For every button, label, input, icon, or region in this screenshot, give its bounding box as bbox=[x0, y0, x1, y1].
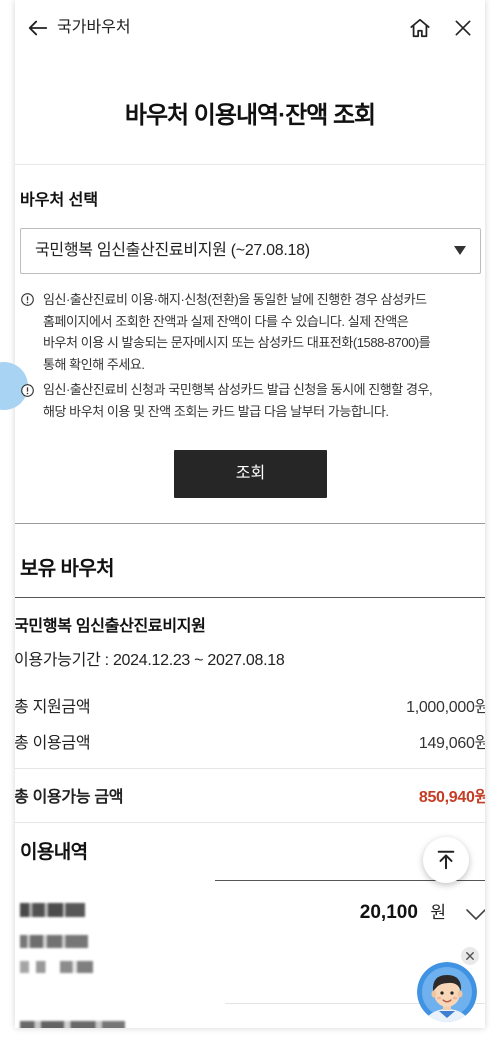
inquiry-button[interactable]: 조회 bbox=[174, 450, 327, 498]
divider bbox=[15, 523, 485, 524]
voucher-select-value: 국민행복 임신출산진료비지원 (~27.08.18) bbox=[35, 242, 310, 259]
close-button[interactable] bbox=[451, 16, 475, 40]
page-title: 바우처 이용내역·잔액 조회 bbox=[124, 102, 376, 129]
total-support-value: 1,000,000원 bbox=[406, 699, 485, 716]
total-support-label: 총 지원금액 bbox=[15, 699, 91, 716]
scroll-top-icon bbox=[437, 850, 455, 870]
voucher-select-label: 바우처 선택 bbox=[20, 192, 99, 209]
notice-text: 임신·출산진료비 신청과 국민행복 삼성카드 발급 신청을 동시에 진행할 경우… bbox=[43, 379, 433, 422]
caret-down-icon bbox=[454, 246, 466, 255]
voucher-period: 이용가능기간 : 2024.12.23 ~ 2027.08.18 bbox=[15, 652, 285, 669]
chatbot-close-button[interactable] bbox=[461, 947, 479, 965]
voucher-select[interactable]: 국민행복 임신출산진료비지원 (~27.08.18) bbox=[20, 228, 481, 274]
divider bbox=[15, 822, 485, 823]
total-used-label: 총 이용금액 bbox=[15, 735, 91, 752]
notice-line: 임신·출산진료비 이용·해지·신청(전환)을 동일한 날에 진행한 경우 삼성카… bbox=[43, 292, 427, 307]
history-item[interactable]: 20,100 원 bbox=[15, 890, 485, 990]
page-container: 국가바우처 바우처 이용내역·잔액 조회 바우처 선택 국민행복 임신출산진료비… bbox=[15, 0, 485, 1028]
notice-line: 통해 확인해 주세요. bbox=[43, 357, 145, 373]
redacted-timestamp bbox=[20, 935, 88, 948]
home-icon bbox=[410, 18, 430, 38]
total-used-value: 149,060원 bbox=[418, 735, 485, 752]
chevron-down-icon[interactable] bbox=[466, 907, 485, 921]
notice-icon bbox=[21, 292, 34, 306]
redacted-detail bbox=[20, 961, 93, 973]
history-amount-value: 20,100 bbox=[359, 902, 418, 923]
notice-line: 홈페이지에서 조회한 잔액과 실제 잔액이 다를 수 있습니다. 실제 잔액은 bbox=[43, 313, 409, 329]
arrow-left-icon bbox=[28, 20, 48, 36]
header-title: 국가바우처 bbox=[57, 19, 131, 36]
notice-icon bbox=[21, 383, 34, 397]
available-amount-value: 850,940원 bbox=[418, 789, 485, 806]
notice-text: 임신·출산진료비 이용·해지·신청(전환)을 동일한 날에 진행한 경우 삼성카… bbox=[43, 289, 431, 376]
notice-line: 바우처 이용 시 발송되는 문자메시지 또는 삼성카드 대표전화(1588-87… bbox=[43, 335, 431, 351]
redacted-next-item bbox=[20, 1021, 125, 1028]
voucher-name: 국민행복 임신출산진료비지원 bbox=[15, 618, 206, 635]
notice-line: 임신·출산진료비 신청과 국민행복 삼성카드 발급 신청을 동시에 진행할 경우… bbox=[43, 382, 433, 397]
back-button[interactable] bbox=[25, 16, 51, 40]
divider bbox=[15, 768, 485, 769]
history-title: 이용내역 bbox=[20, 842, 88, 863]
available-amount-label: 총 이용가능 금액 bbox=[15, 789, 124, 806]
redacted-merchant-name bbox=[20, 903, 85, 917]
divider bbox=[15, 164, 485, 165]
history-amount-unit: 원 bbox=[430, 903, 446, 922]
scroll-top-button[interactable] bbox=[423, 837, 469, 883]
home-button[interactable] bbox=[408, 16, 432, 40]
chatbot-button[interactable] bbox=[417, 962, 477, 1022]
owned-vouchers-title: 보유 바우처 bbox=[20, 558, 115, 580]
history-amount: 20,100 원 bbox=[360, 900, 446, 926]
divider bbox=[15, 597, 485, 598]
notice-line: 해당 바우처 이용 및 잔액 조회는 카드 발급 다음 날부터 가능합니다. bbox=[43, 403, 389, 419]
close-icon bbox=[455, 20, 471, 36]
close-icon bbox=[466, 952, 474, 960]
chatbot-avatar-icon bbox=[417, 962, 477, 1022]
